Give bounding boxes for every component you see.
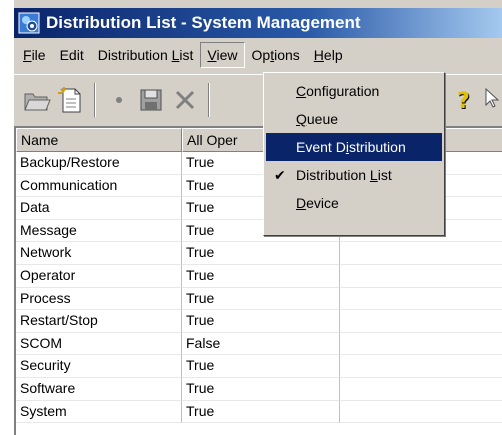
menu-bar: File Edit Distribution List View Options… <box>14 40 502 70</box>
row-name: Message <box>16 219 182 243</box>
dot-icon[interactable] <box>104 85 134 115</box>
table-row[interactable]: SCOM False <box>16 332 502 356</box>
view-menu-item-queue[interactable]: Queue <box>266 105 442 133</box>
row-name: Restart/Stop <box>16 310 182 333</box>
row-name: Backup/Restore <box>16 152 182 175</box>
menu-view[interactable]: View <box>200 42 245 68</box>
row-name: Network <box>16 242 182 265</box>
row-value: True <box>182 400 340 424</box>
row-value: True <box>182 242 340 265</box>
context-help-icon[interactable] <box>482 85 502 115</box>
row-name: Data <box>16 197 182 220</box>
row-value: True <box>182 377 340 401</box>
save-icon[interactable] <box>136 85 166 115</box>
row-name: Security <box>16 355 182 378</box>
toolbar-separator <box>208 83 210 117</box>
row-value: True <box>182 264 340 288</box>
view-menu-item-distribution-list[interactable]: ✔ Distribution List <box>266 161 442 189</box>
table-row[interactable]: Process True <box>16 287 502 311</box>
toolbar-separator <box>94 83 96 117</box>
row-name: System <box>16 400 182 424</box>
row-value: False <box>182 332 340 356</box>
table-row[interactable]: Restart/Stop True <box>16 310 502 333</box>
menu-edit[interactable]: Edit <box>53 42 91 68</box>
table-row[interactable]: Security True <box>16 355 502 378</box>
table-row[interactable]: Software True <box>16 377 502 401</box>
menu-file[interactable]: File <box>16 42 53 68</box>
view-menu-dropdown: Configuration Queue Event Distribution ✔… <box>263 72 445 236</box>
window-title: Distribution List - System Management <box>46 13 361 32</box>
app-icon <box>18 12 40 34</box>
checkmark-icon: ✔ <box>274 167 286 183</box>
table-row[interactable]: Network True <box>16 242 502 265</box>
new-document-icon[interactable] <box>56 85 86 115</box>
menu-distribution-list[interactable]: Distribution List <box>91 42 201 68</box>
menu-help[interactable]: Help <box>307 42 350 68</box>
table-row[interactable]: System True <box>16 400 502 424</box>
open-folder-icon[interactable] <box>22 85 52 115</box>
row-name: SCOM <box>16 332 182 356</box>
view-menu-item-device[interactable]: Device <box>266 189 442 217</box>
help-icon[interactable]: ? ? <box>450 85 480 115</box>
delete-icon[interactable] <box>170 85 200 115</box>
row-name: Communication <box>16 174 182 198</box>
app-window: Distribution List - System Management Fi… <box>12 0 502 435</box>
row-value: True <box>182 310 340 333</box>
svg-text:?: ? <box>457 89 470 114</box>
column-header-name[interactable]: Name <box>16 128 182 152</box>
row-name: Process <box>16 287 182 311</box>
row-name: Operator <box>16 264 182 288</box>
table-row[interactable]: Operator True <box>16 264 502 288</box>
menu-options[interactable]: Options <box>245 42 307 68</box>
row-value: True <box>182 287 340 311</box>
row-name: Software <box>16 377 182 401</box>
view-menu-item-event-distribution[interactable]: Event Distribution <box>266 133 442 161</box>
title-bar[interactable]: Distribution List - System Management <box>14 8 502 38</box>
view-menu-item-configuration[interactable]: Configuration <box>266 77 442 105</box>
row-value: True <box>182 355 340 378</box>
